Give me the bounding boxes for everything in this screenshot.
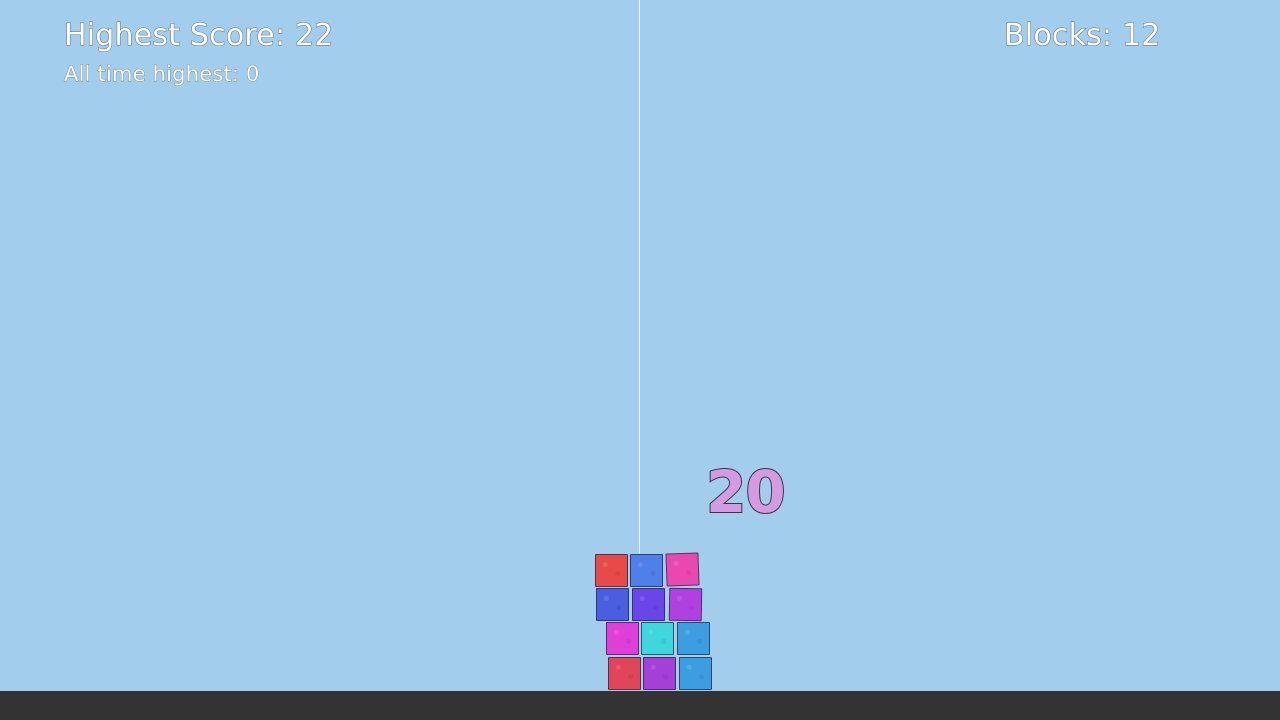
blocks-count-label: Blocks: 12 — [1004, 18, 1161, 54]
block — [630, 554, 663, 587]
block — [668, 587, 703, 622]
block — [677, 622, 710, 655]
block — [606, 622, 639, 655]
block — [643, 657, 676, 690]
block — [632, 588, 665, 621]
block — [595, 554, 628, 587]
block — [596, 588, 629, 621]
all-time-highest-label: All time highest: 0 — [64, 62, 260, 87]
block — [641, 622, 674, 655]
ground — [0, 691, 1280, 720]
block — [608, 657, 641, 690]
drop-guide-line — [639, 0, 640, 556]
highest-score-label: Highest Score: 22 — [64, 18, 334, 54]
block — [679, 657, 712, 690]
block — [665, 552, 700, 587]
score-popup: 20 — [705, 457, 787, 527]
